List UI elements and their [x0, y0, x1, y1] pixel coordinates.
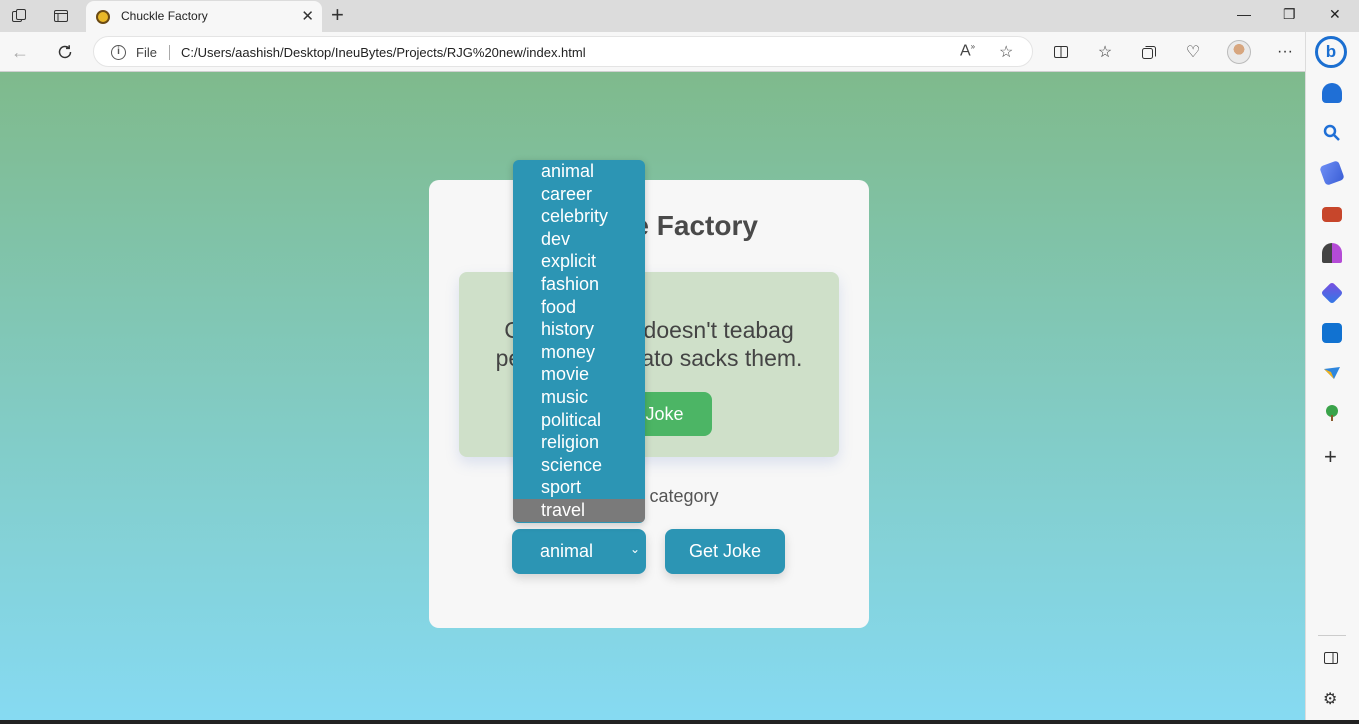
dropdown-option-travel[interactable]: travel: [513, 499, 645, 522]
bell-icon[interactable]: [1322, 83, 1342, 103]
minimize-icon[interactable]: —: [1237, 6, 1251, 22]
toolbar: ← i File C:/Users/aashish/Desktop/IneuBy…: [0, 32, 1359, 72]
search-icon[interactable]: [1322, 123, 1342, 143]
dropdown-option-history[interactable]: history: [513, 318, 645, 341]
refresh-icon[interactable]: [54, 41, 76, 63]
read-aloud-icon[interactable]: A»: [960, 42, 975, 60]
new-tab-icon[interactable]: +: [331, 4, 344, 26]
briefcase-icon[interactable]: [1322, 207, 1342, 222]
file-label: File: [136, 45, 157, 60]
restore-icon[interactable]: ❐: [1283, 6, 1296, 23]
dropdown-option-movie[interactable]: movie: [513, 363, 645, 386]
dropdown-option-political[interactable]: political: [513, 409, 645, 432]
add-icon[interactable]: +: [1324, 444, 1337, 470]
games-icon[interactable]: [1322, 243, 1342, 263]
dropdown-option-career[interactable]: career: [513, 183, 645, 206]
dropdown-option-religion[interactable]: religion: [513, 431, 645, 454]
tab-actions-icon[interactable]: [51, 6, 71, 26]
tree-icon[interactable]: [1322, 403, 1342, 423]
page-viewport: Chuckle Factory Chuck Norris doesn't tea…: [0, 72, 1305, 720]
favorites-icon[interactable]: ☆: [1094, 41, 1116, 63]
outlook-icon[interactable]: [1322, 323, 1342, 343]
favorite-star-icon[interactable]: ☆: [999, 42, 1013, 62]
get-joke-button[interactable]: Get Joke: [665, 529, 785, 574]
dropdown-option-food[interactable]: food: [513, 296, 645, 319]
dropdown-option-animal[interactable]: animal: [513, 160, 645, 183]
bing-icon[interactable]: b: [1315, 36, 1347, 68]
dropdown-option-fashion[interactable]: fashion: [513, 273, 645, 296]
dropdown-option-sport[interactable]: sport: [513, 476, 645, 499]
address-bar[interactable]: i File C:/Users/aashish/Desktop/IneuByte…: [93, 36, 1033, 67]
dropdown-option-explicit[interactable]: explicit: [513, 250, 645, 273]
tab-bar: Chuckle Factory ✕ + — ❐ ✕: [0, 0, 1359, 32]
close-window-icon[interactable]: ✕: [1329, 6, 1341, 23]
back-icon[interactable]: ←: [9, 41, 31, 63]
category-label: Select a category: [579, 486, 719, 506]
joke-card: Chuckle Factory Chuck Norris doesn't tea…: [429, 180, 869, 628]
dropdown-option-money[interactable]: money: [513, 341, 645, 364]
collections-icon[interactable]: [1138, 41, 1160, 63]
favicon-icon: [96, 10, 110, 24]
send-icon[interactable]: [1322, 363, 1342, 383]
dropdown-option-dev[interactable]: dev: [513, 228, 645, 251]
active-tab[interactable]: Chuckle Factory ✕: [86, 1, 322, 32]
sidebar-divider: [1318, 635, 1346, 636]
workspaces-icon[interactable]: [9, 6, 29, 26]
category-select[interactable]: animal ⌄: [512, 529, 646, 574]
dropdown-option-science[interactable]: science: [513, 454, 645, 477]
info-icon[interactable]: i: [111, 45, 126, 60]
dropdown-option-music[interactable]: music: [513, 386, 645, 409]
more-icon[interactable]: ···: [1274, 41, 1296, 63]
browser-essentials-icon[interactable]: ♡: [1182, 41, 1204, 63]
dropdown-option-celebrity[interactable]: celebrity: [513, 205, 645, 228]
taskbar-edge: [0, 720, 1359, 724]
page-title: Chuckle Factory: [540, 210, 758, 241]
url-text[interactable]: C:/Users/aashish/Desktop/IneuBytes/Proje…: [181, 45, 586, 60]
close-tab-icon[interactable]: ✕: [301, 7, 314, 25]
split-screen-icon[interactable]: [1050, 41, 1072, 63]
separator: [169, 45, 170, 60]
settings-icon[interactable]: ⚙: [1323, 689, 1337, 709]
profile-avatar[interactable]: [1227, 40, 1251, 64]
tab-title: Chuckle Factory: [121, 9, 208, 23]
selected-category: animal: [540, 541, 594, 561]
category-dropdown-list[interactable]: animal career celebrity dev explicit fashion f…: [513, 160, 645, 523]
sidebar-toggle-icon[interactable]: [1323, 650, 1339, 671]
chevron-down-icon: ⌄: [629, 542, 640, 556]
